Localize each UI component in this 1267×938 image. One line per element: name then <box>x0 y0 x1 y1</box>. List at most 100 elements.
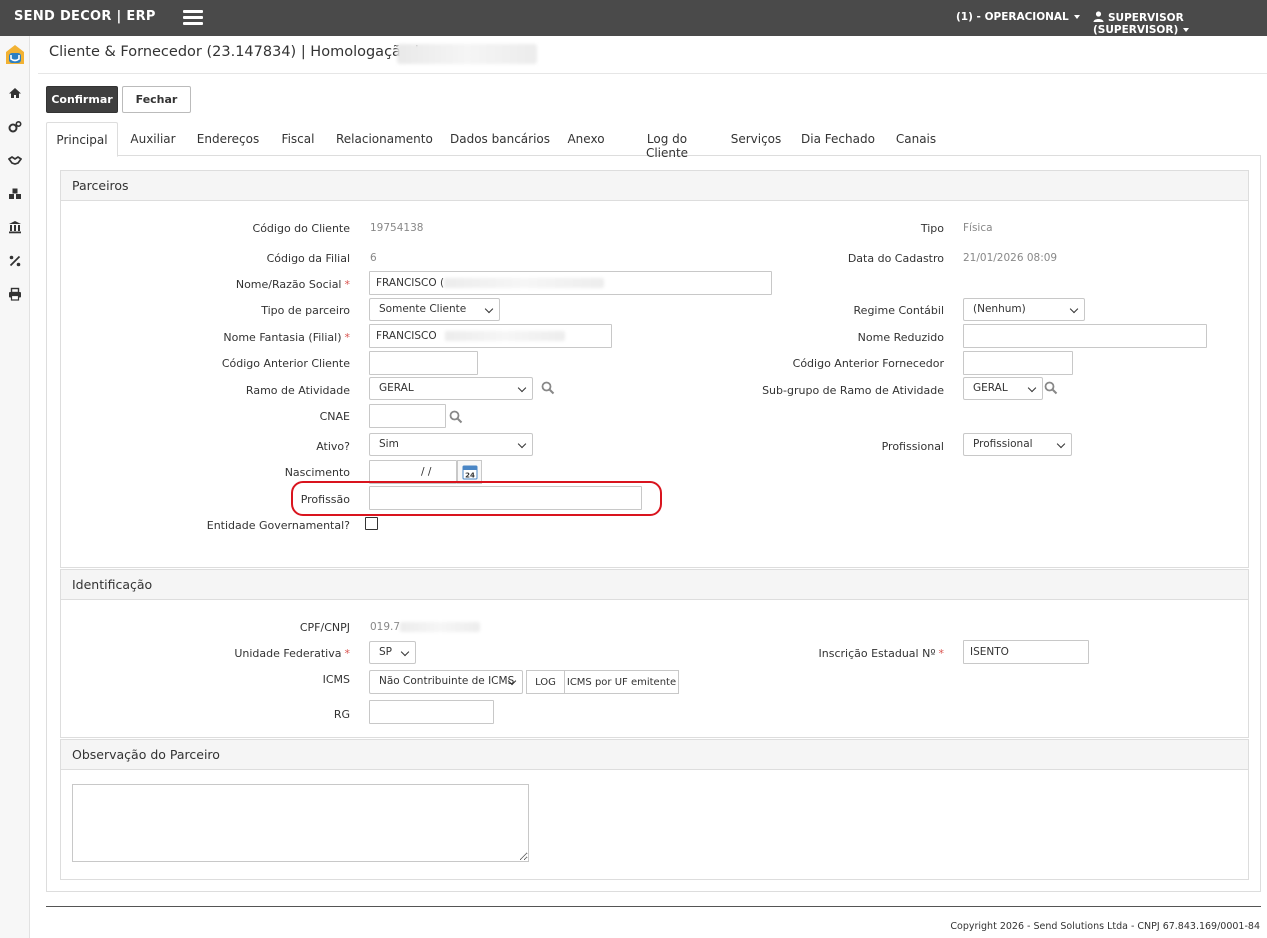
cnae-label: CNAE <box>319 410 350 423</box>
ie-input[interactable]: ISENTO <box>963 640 1089 664</box>
print-icon[interactable] <box>8 287 22 301</box>
cnae-input[interactable] <box>369 404 446 428</box>
gears-icon[interactable] <box>8 120 22 134</box>
copyright-text: Copyright 2026 - Send Solutions Ltda - C… <box>950 921 1260 932</box>
handshake-icon[interactable] <box>8 153 22 167</box>
caret-down-icon <box>1073 15 1080 19</box>
fantasia-input-value: FRANCISCO <box>376 330 437 342</box>
observacao-textarea[interactable] <box>72 784 529 862</box>
profissional-select[interactable]: Profissional <box>963 433 1072 456</box>
codigo-cliente-value: 19754138 <box>370 222 424 234</box>
hamburger-menu-icon[interactable] <box>183 10 203 26</box>
tab-dia-fechado[interactable]: Dia Fechado <box>800 122 876 156</box>
tab-anexo[interactable]: Anexo <box>564 122 608 156</box>
tab-servicos[interactable]: Serviços <box>728 122 784 156</box>
bank-icon[interactable] <box>8 220 22 234</box>
ativo-select[interactable]: Sim <box>369 433 533 456</box>
rg-label: RG <box>333 708 350 721</box>
icms-label: ICMS <box>322 673 350 686</box>
observacao-heading: Observação do Parceiro <box>61 740 1248 770</box>
confirm-button[interactable]: Confirmar <box>46 86 118 113</box>
brand-title[interactable]: SEND DECOR | ERP <box>14 9 156 24</box>
subgrupo-select[interactable]: GERAL <box>963 377 1043 400</box>
data-cadastro-label: Data do Cadastro <box>847 252 944 265</box>
profissional-label: Profissional <box>881 440 944 453</box>
footer-divider <box>46 906 1261 907</box>
chevron-down-icon <box>1056 439 1066 449</box>
tab-auxiliar[interactable]: Auxiliar <box>124 122 182 156</box>
tipo-parceiro-label: Tipo de parceiro <box>261 304 350 317</box>
highlight-annotation <box>291 481 662 516</box>
ramo-search-icon[interactable] <box>541 381 555 395</box>
codigo-filial-label: Código da Filial <box>266 252 350 265</box>
entidade-label: Entidade Governamental? <box>206 519 350 532</box>
ramo-label: Ramo de Atividade <box>245 384 350 397</box>
home-icon[interactable] <box>8 86 22 100</box>
data-cadastro-value: 21/01/2026 08:09 <box>963 252 1058 264</box>
caret-down-icon <box>1183 28 1190 32</box>
codigo-filial-value: 6 <box>370 252 377 264</box>
reduzido-label: Nome Reduzido <box>857 331 944 344</box>
nome-label: Nome/Razão Social * <box>236 278 350 291</box>
tab-dados-bancarios[interactable]: Dados bancários <box>450 122 550 156</box>
chevron-down-icon <box>400 647 410 657</box>
tab-principal[interactable]: Principal <box>46 122 118 157</box>
redacted-value <box>444 331 565 341</box>
tipo-parceiro-value: Somente Cliente <box>379 303 467 315</box>
parceiros-heading: Parceiros <box>61 171 1248 201</box>
fantasia-label: Nome Fantasia (Filial) * <box>223 331 350 344</box>
icms-uf-button[interactable]: ICMS por UF emitente <box>564 670 679 694</box>
subgrupo-search-icon[interactable] <box>1044 381 1058 395</box>
entidade-checkbox[interactable] <box>365 517 378 530</box>
company-menu[interactable]: (1) - OPERACIONAL <box>956 11 1080 23</box>
subgrupo-label: Sub-grupo de Ramo de Atividade <box>762 384 944 397</box>
percent-icon[interactable] <box>8 254 22 268</box>
nome-input[interactable]: FRANCISCO ( <box>369 271 772 295</box>
tab-canais[interactable]: Canais <box>892 122 940 156</box>
cod-ant-fornecedor-input[interactable] <box>963 351 1073 375</box>
tab-relacionamento[interactable]: Relacionamento <box>336 122 433 156</box>
fantasia-input[interactable]: FRANCISCO <box>369 324 612 348</box>
close-button[interactable]: Fechar <box>122 86 191 113</box>
icms-value: Não Contribuinte de ICMS <box>379 675 515 687</box>
tipo-parceiro-select[interactable]: Somente Cliente <box>369 298 500 321</box>
rg-input[interactable] <box>369 700 494 724</box>
regime-select[interactable]: (Nenhum) <box>963 298 1085 321</box>
top-navbar: SEND DECOR | ERP (1) - OPERACIONAL SUPER… <box>0 0 1267 36</box>
ativo-label: Ativo? <box>316 440 350 453</box>
cpf-label: CPF/CNPJ <box>299 621 350 634</box>
icms-select[interactable]: Não Contribuinte de ICMS <box>369 670 523 694</box>
tab-enderecos[interactable]: Endereços <box>194 122 262 156</box>
nome-label-text: Nome/Razão Social <box>235 278 342 291</box>
company-menu-label: (1) - OPERACIONAL <box>956 11 1069 23</box>
calendar-day: 24 <box>465 472 475 480</box>
subgrupo-value: GERAL <box>973 382 1008 394</box>
tipo-label: Tipo <box>920 222 944 235</box>
chevron-down-icon <box>1069 304 1079 314</box>
tab-fiscal[interactable]: Fiscal <box>276 122 320 156</box>
user-icon <box>1093 11 1104 22</box>
chevron-down-icon <box>517 439 527 449</box>
uf-value: SP <box>379 646 392 658</box>
cnae-search-icon[interactable] <box>449 410 463 424</box>
uf-label-text: Unidade Federativa <box>234 647 342 660</box>
logo-icon[interactable] <box>5 44 25 66</box>
user-menu[interactable]: SUPERVISOR (SUPERVISOR) <box>1093 11 1267 36</box>
calendar-icon: 24 <box>462 465 478 480</box>
cod-ant-cliente-input[interactable] <box>369 351 478 375</box>
redacted-title <box>397 44 537 64</box>
cubes-icon[interactable] <box>8 187 22 201</box>
tipo-value: Física <box>963 222 993 234</box>
uf-select[interactable]: SP <box>369 641 416 664</box>
cpf-value-text: 019.7 <box>370 621 401 633</box>
tab-bar: Principal Auxiliar Endereços Fiscal Rela… <box>46 122 1261 160</box>
log-button[interactable]: LOG <box>526 670 565 694</box>
tab-log-do-cliente[interactable]: Log do Cliente <box>624 122 710 160</box>
chevron-down-icon <box>1027 383 1037 393</box>
required-mark: * <box>344 647 351 660</box>
ramo-select[interactable]: GERAL <box>369 377 533 400</box>
chevron-down-icon <box>517 383 527 393</box>
ativo-value: Sim <box>379 438 399 450</box>
reduzido-input[interactable] <box>963 324 1207 348</box>
profissional-value: Profissional <box>973 438 1033 450</box>
